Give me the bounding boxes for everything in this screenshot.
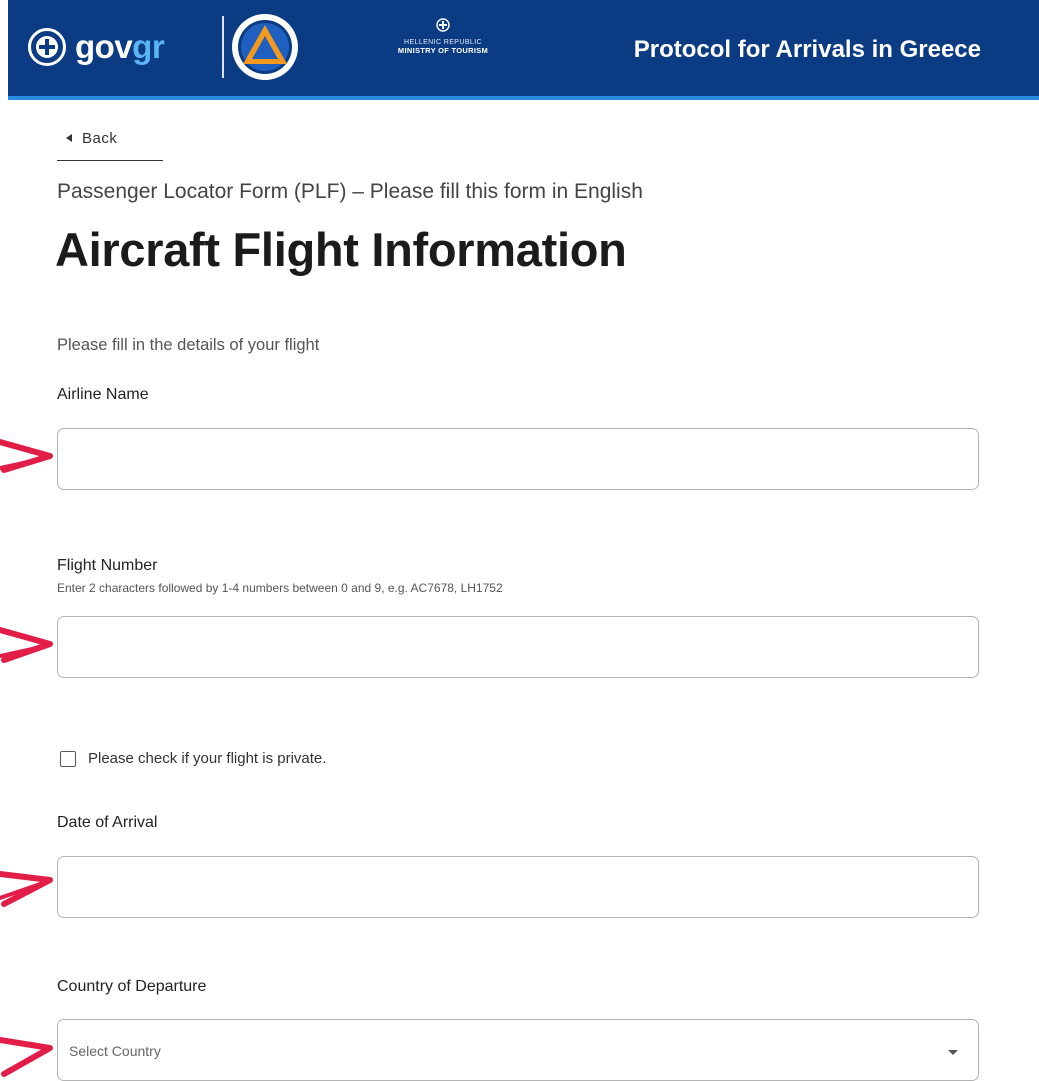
ministry-of-tourism-logo: HELLENIC REPUBLIC MINISTRY OF TOURISM (368, 18, 518, 55)
govgr-logo[interactable]: govgr (28, 28, 165, 66)
page-subtitle: Passenger Locator Form (PLF) – Please fi… (57, 180, 643, 203)
private-flight-option[interactable]: Please check if your flight is private. (57, 750, 326, 767)
flight-number-hint: Enter 2 characters followed by 1-4 numbe… (57, 581, 503, 595)
header-title: Protocol for Arrivals in Greece (633, 36, 981, 63)
ministry-line-1: HELLENIC REPUBLIC (404, 39, 482, 46)
hand-drawn-arrow-icon (0, 439, 53, 473)
hand-drawn-arrow-icon (0, 627, 53, 663)
back-link-label: Back (82, 130, 118, 147)
greek-emblem-icon (28, 28, 66, 66)
site-header: govgr HELLENIC REPUBLIC MINISTRY OF TOUR… (8, 0, 1039, 100)
flight-number-label: Flight Number (57, 557, 158, 574)
flight-number-input[interactable] (57, 616, 979, 678)
back-link[interactable]: Back (57, 130, 163, 161)
airline-name-label: Airline Name (57, 386, 149, 403)
form-intro: Please fill in the details of your fligh… (57, 336, 320, 354)
hand-drawn-arrow-icon (0, 1037, 53, 1077)
ministry-emblem-icon (436, 18, 450, 32)
departure-country-placeholder: Select Country (69, 1043, 161, 1059)
arrival-date-input[interactable] (57, 856, 979, 918)
private-flight-checkbox[interactable] (60, 750, 76, 767)
hand-drawn-arrow-icon (0, 871, 53, 907)
back-chevron-icon (66, 134, 72, 142)
header-divider (222, 16, 224, 78)
page-title: Aircraft Flight Information (55, 223, 627, 276)
govgr-wordmark: govgr (75, 28, 165, 65)
private-flight-label: Please check if your flight is private. (88, 750, 327, 767)
airline-name-input[interactable] (57, 428, 979, 490)
ministry-line-2: MINISTRY OF TOURISM (397, 46, 489, 55)
chevron-down-icon (948, 1050, 958, 1055)
arrival-date-label: Date of Arrival (57, 814, 158, 831)
departure-country-label: Country of Departure (57, 978, 207, 995)
civil-protection-seal-icon (230, 12, 300, 87)
departure-country-select[interactable]: Select Country (57, 1019, 979, 1081)
